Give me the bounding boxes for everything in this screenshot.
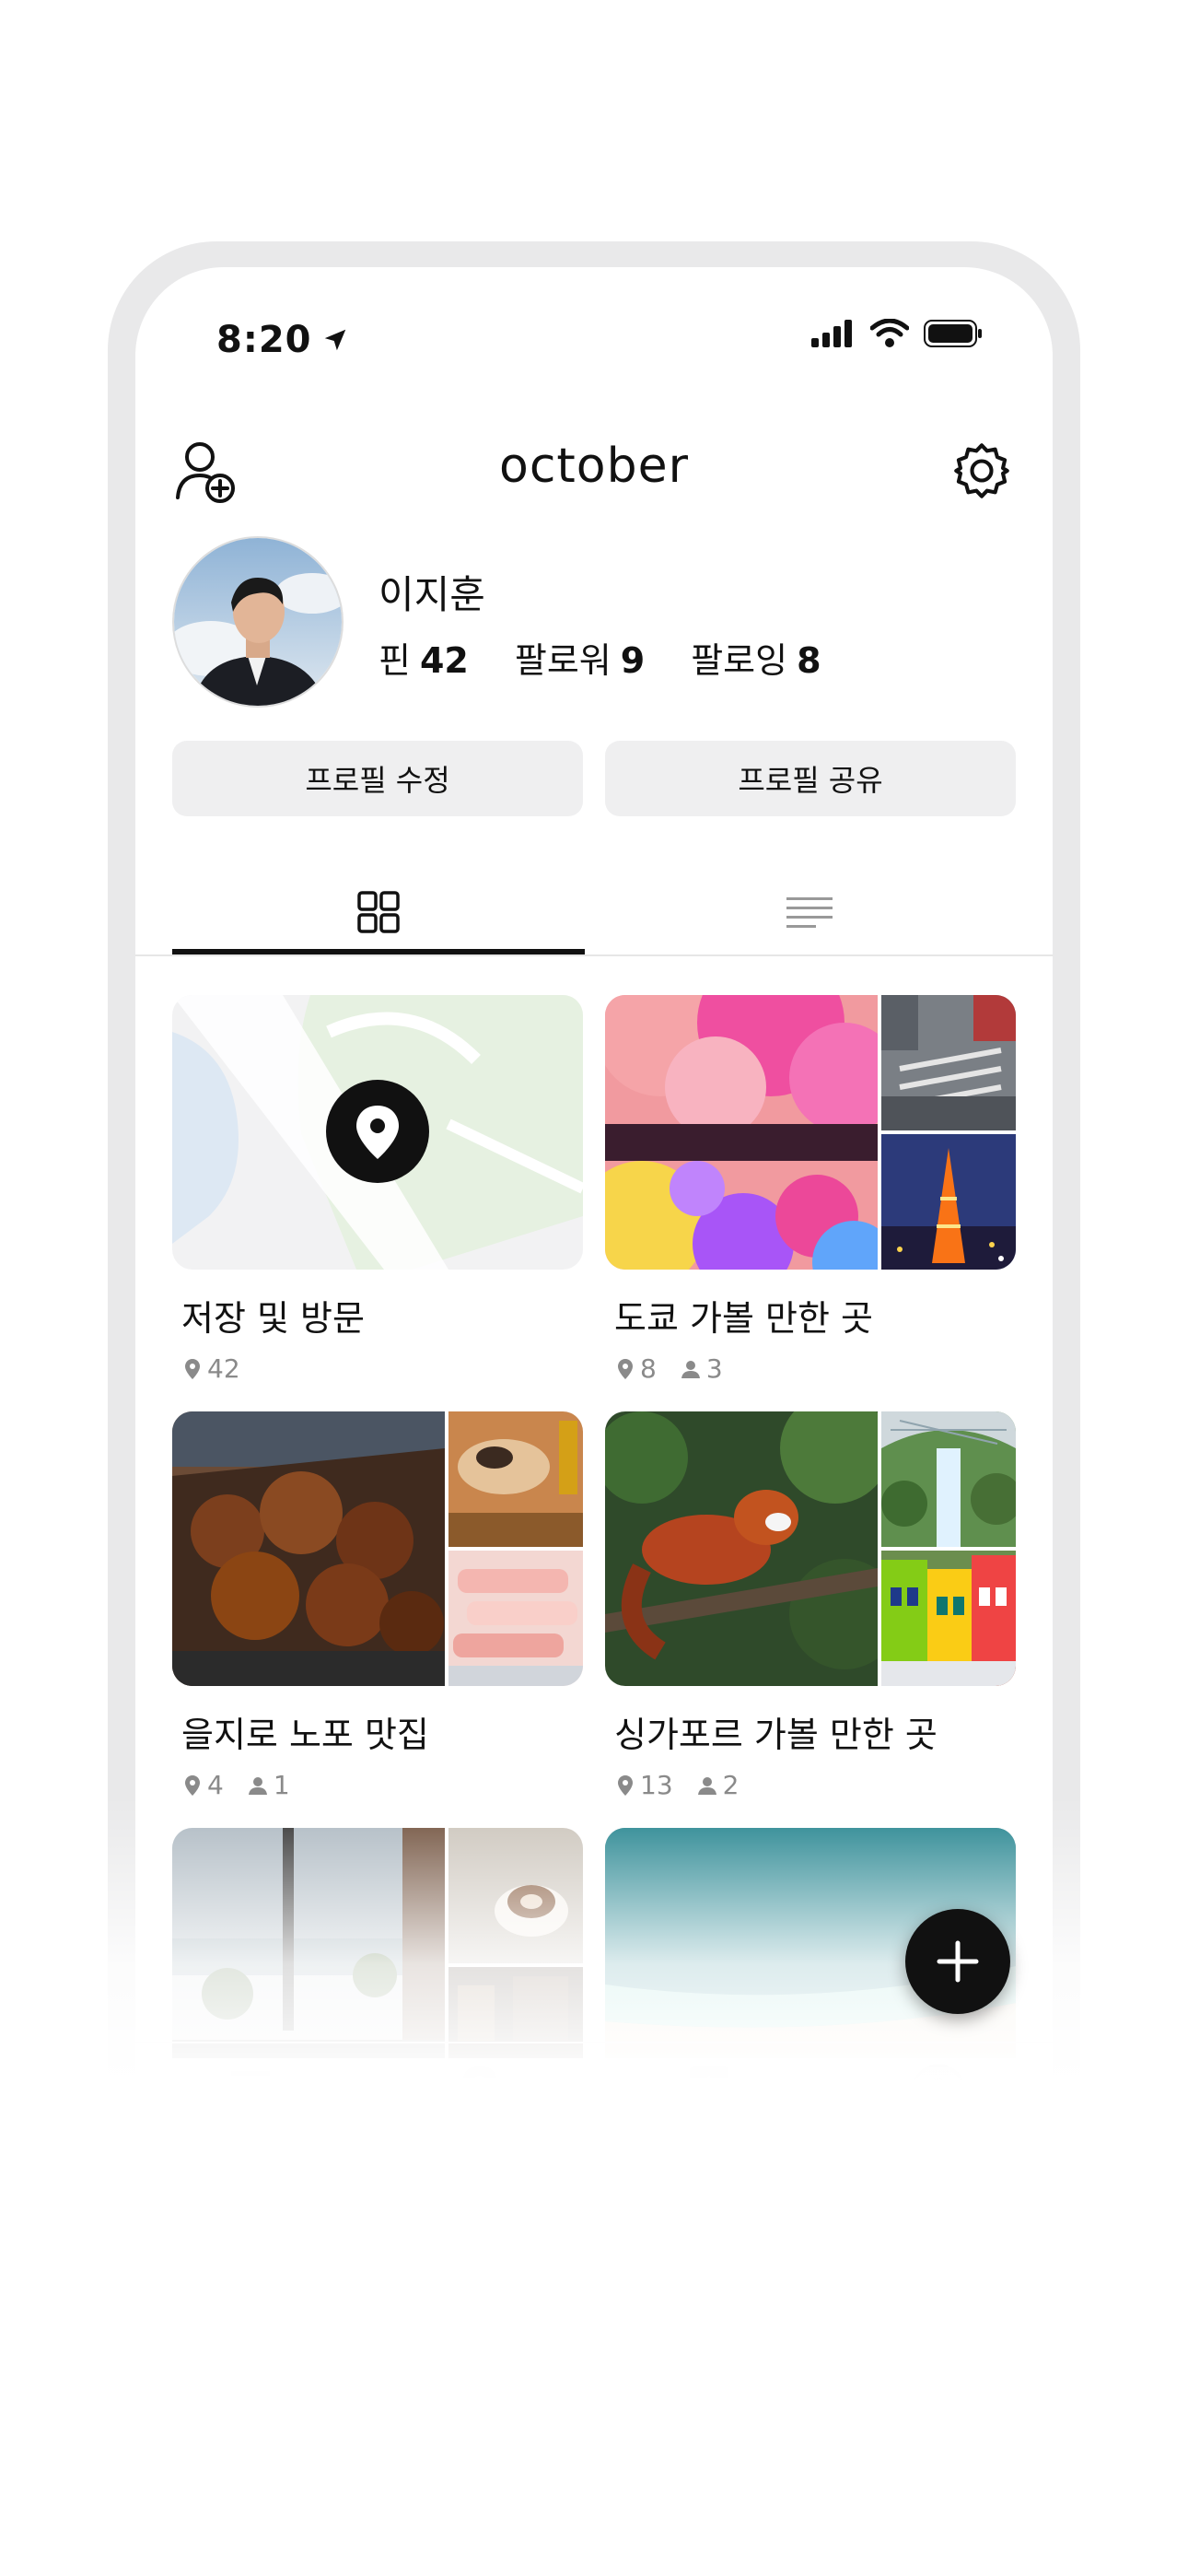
stat-value: 42 <box>419 640 469 681</box>
pin-count-value: 4 <box>207 1770 224 1800</box>
grilled-meat-photo <box>172 1411 445 1686</box>
status-time-text: 8:20 <box>216 319 312 361</box>
collection-thumbnail <box>172 995 583 1270</box>
person-icon <box>697 1776 716 1795</box>
map-pin-icon <box>461 2066 497 2110</box>
balloon-art-photo <box>605 995 878 1270</box>
cafe-interior-photo <box>172 1828 445 2058</box>
collection-thumbnail <box>172 1411 583 1686</box>
grid-icon <box>357 891 400 933</box>
collection-meta: 42 <box>183 1353 583 1384</box>
member-count: 3 <box>681 1353 723 1384</box>
collection-card[interactable]: 싱가포르 가볼 만한 곳 13 2 <box>605 1411 1016 1800</box>
crossing-photo <box>881 995 1016 1130</box>
collection-title: 저장 및 방문 <box>181 1298 365 1339</box>
nav-label: 저장 <box>688 2126 729 2152</box>
colorful-shophouses-photo <box>881 1551 1016 1686</box>
pin-count: 4 <box>183 1770 224 1800</box>
wifi-icon <box>870 319 909 347</box>
collection-thumbnail <box>605 995 1016 1270</box>
profile-icon <box>911 2064 965 2119</box>
member-count-value: 3 <box>705 1353 723 1384</box>
nav-item-feed[interactable]: 피드 <box>135 2043 365 2174</box>
red-panda-photo <box>605 1411 878 1686</box>
collection-card[interactable]: 도쿄 가볼 만한 곳 8 3 <box>605 995 1016 1384</box>
coffee-photo <box>448 1828 583 1963</box>
settings-button[interactable] <box>949 439 1014 503</box>
collection-thumbnail <box>605 1411 1016 1686</box>
collection-meta: 4 1 <box>183 1770 583 1800</box>
stat-value: 9 <box>620 640 646 681</box>
pin-count-value: 13 <box>640 1770 673 1800</box>
pin-icon <box>185 1774 200 1796</box>
nav-label: 지도 <box>459 2126 500 2152</box>
app-title: october <box>499 439 689 494</box>
status-icons <box>811 319 983 348</box>
member-count-value: 2 <box>722 1770 740 1800</box>
collection-card[interactable]: 을지로 노포 맛집 4 1 <box>172 1411 583 1800</box>
collection-meta: 13 2 <box>616 1770 1016 1800</box>
phone-screen: 8:20 october 이지훈 핀 42 팔로워 9 팔로잉 8 프로필 수정… <box>135 267 1053 2174</box>
member-count: 2 <box>697 1770 740 1800</box>
bottom-nav: 피드 지도 저장 마이 <box>135 2042 1053 2174</box>
nav-item-my[interactable]: 마이 <box>823 2043 1053 2174</box>
nav-label: 마이 <box>917 2134 959 2160</box>
avatar-photo <box>174 538 342 706</box>
collection-title: 도쿄 가볼 만한 곳 <box>614 1298 873 1339</box>
pin-count: 8 <box>616 1353 657 1384</box>
status-time: 8:20 <box>216 319 349 361</box>
pork-slices-photo <box>448 1551 583 1686</box>
edit-profile-button[interactable]: 프로필 수정 <box>172 741 583 816</box>
person-icon <box>681 1360 700 1378</box>
tab-divider <box>135 954 1053 956</box>
tab-list[interactable] <box>603 875 1016 949</box>
star-icon <box>689 2066 728 2110</box>
nav-label: 피드 <box>229 2125 271 2150</box>
list-icon <box>786 897 833 928</box>
tab-grid[interactable] <box>172 875 585 949</box>
member-count-value: 1 <box>273 1770 290 1800</box>
pin-count-value: 8 <box>640 1353 657 1384</box>
collection-title: 싱가포르 가볼 만한 곳 <box>614 1715 938 1755</box>
battery-icon <box>924 320 982 347</box>
pin-count-value: 42 <box>207 1353 240 1384</box>
stat-following[interactable]: 팔로잉 8 <box>691 632 821 683</box>
location-arrow-icon <box>324 329 345 351</box>
collection-meta: 8 3 <box>616 1353 1016 1384</box>
profile-name: 이지훈 <box>379 572 485 617</box>
stat-label: 팔로워 <box>514 640 611 681</box>
pin-count: 42 <box>183 1353 240 1384</box>
tokyo-tower-photo <box>881 1134 1016 1270</box>
pin-icon <box>618 1774 633 1796</box>
plus-icon <box>937 1940 979 1983</box>
gear-icon <box>954 443 1009 498</box>
collection-thumbnail <box>172 1828 583 2058</box>
collection-card[interactable]: 저장 및 방문 42 <box>172 995 583 1384</box>
nav-item-map[interactable]: 지도 <box>365 2043 594 2174</box>
stat-pins[interactable]: 핀 42 <box>379 632 469 683</box>
stat-label: 팔로잉 <box>691 640 788 681</box>
share-profile-button[interactable]: 프로필 공유 <box>605 741 1016 816</box>
pin-icon <box>185 1358 200 1379</box>
pin-count: 13 <box>616 1770 673 1800</box>
add-collection-button[interactable] <box>905 1909 1010 2014</box>
feed-icon <box>230 2071 270 2102</box>
collection-card[interactable] <box>172 1828 583 2058</box>
stat-label: 핀 <box>379 640 411 681</box>
member-count: 1 <box>248 1770 290 1800</box>
stat-followers[interactable]: 팔로워 9 <box>515 632 645 683</box>
avatar[interactable] <box>172 536 344 708</box>
signal-icon <box>811 320 852 347</box>
jewel-waterfall-photo <box>881 1411 1016 1547</box>
dish-photo <box>448 1411 583 1547</box>
pin-icon <box>618 1358 633 1379</box>
nav-item-saved[interactable]: 저장 <box>594 2043 823 2174</box>
map-thumbnail <box>172 995 583 1270</box>
stat-value: 8 <box>797 640 821 681</box>
profile-stats: 핀 42 팔로워 9 팔로잉 8 <box>379 632 821 683</box>
person-icon <box>248 1776 267 1795</box>
collection-title: 을지로 노포 맛집 <box>181 1715 429 1755</box>
